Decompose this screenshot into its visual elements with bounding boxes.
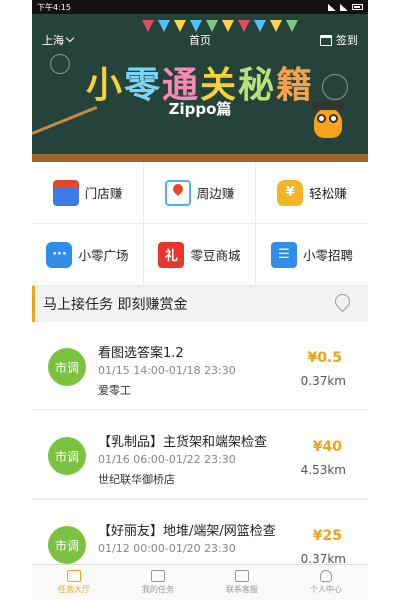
wifi-icon — [340, 3, 348, 11]
grid-item-label: 门店赚 — [84, 186, 123, 201]
task-place: 世纪联华御桥店 — [98, 473, 175, 486]
task-title: 看图选答案1.2 — [98, 346, 184, 361]
book-icon — [67, 570, 81, 582]
nav-label: 个人中心 — [310, 585, 342, 594]
task-item[interactable]: 市调 【乳制品】主货架和端架检查 01/16 06:00-01/22 23:30… — [32, 411, 368, 499]
signal-icon — [328, 3, 336, 11]
board-frame — [32, 154, 368, 162]
task-price: ¥40 — [312, 439, 342, 455]
grid-item-plaza[interactable]: ··· 小零广场 — [32, 224, 144, 286]
owl-mascot-icon — [310, 100, 346, 142]
status-time: 下午4:15 — [37, 2, 71, 12]
calendar-icon — [320, 34, 332, 46]
section-header: 马上接任务 即刻赚赏金 — [32, 286, 368, 322]
task-price: ¥25 — [312, 528, 342, 544]
grid-item-recruit[interactable]: ☰ 小零招聘 — [256, 224, 368, 286]
promo-banner[interactable]: 上海 首页 签到 小零通关秘籍 Zippo篇 — [32, 14, 368, 162]
nav-label: 联系客服 — [226, 585, 258, 594]
grid-item-store[interactable]: 门店赚 — [32, 162, 144, 224]
grid-item-nearby[interactable]: 周边赚 — [144, 162, 256, 224]
message-icon — [235, 570, 249, 582]
task-distance: 4.53km — [300, 463, 346, 477]
nav-support[interactable]: 联系客服 — [200, 565, 284, 600]
grid-item-easy[interactable]: ¥ 轻松赚 — [256, 162, 368, 224]
task-distance: 0.37km — [300, 374, 346, 388]
location-icon[interactable] — [334, 294, 350, 314]
task-item[interactable]: 市调 看图选答案1.2 01/15 14:00-01/18 23:30 爱零工 … — [32, 322, 368, 410]
category-grid: 门店赚 周边赚 ¥ 轻松赚 ··· 小零广场 礼 零豆商城 ☰ 小零招聘 — [32, 162, 368, 286]
nav-label: 任务大厅 — [58, 585, 90, 594]
grid-item-label: 小零招聘 — [302, 248, 353, 263]
task-badge: 市调 — [48, 526, 86, 564]
task-time: 01/12 00:00-01/20 23:30 — [98, 542, 236, 555]
nav-label: 我的任务 — [142, 585, 174, 594]
nav-task-hall[interactable]: 任务大厅 — [32, 565, 116, 600]
status-bar: 下午4:15 — [32, 0, 368, 14]
task-time: 01/15 14:00-01/18 23:30 — [98, 364, 236, 377]
battery-icon — [352, 4, 363, 10]
grid-item-label: 周边赚 — [196, 186, 235, 201]
nav-my-tasks[interactable]: 我的任务 — [116, 565, 200, 600]
gift-icon: 礼 — [158, 241, 185, 268]
status-icons — [328, 3, 363, 11]
grid-item-label: 小零广场 — [78, 248, 129, 263]
nav-profile[interactable]: 个人中心 — [284, 565, 368, 600]
task-list: 市调 看图选答案1.2 01/15 14:00-01/18 23:30 爱零工 … — [32, 322, 368, 589]
bottom-nav: 任务大厅 我的任务 联系客服 个人中心 — [32, 564, 368, 600]
grid-item-mall[interactable]: 礼 零豆商城 — [144, 224, 256, 286]
money-bag-icon: ¥ — [277, 179, 304, 206]
shop-icon — [52, 179, 79, 206]
task-badge: 市调 — [48, 437, 86, 475]
map-pin-icon — [164, 179, 191, 206]
person-icon — [320, 570, 332, 582]
task-title: 【好丽友】地堆/端架/网篮检查 — [98, 524, 276, 539]
list-icon — [151, 570, 165, 582]
grid-item-label: 轻松赚 — [309, 186, 347, 201]
signin-button[interactable]: 签到 — [320, 32, 358, 48]
task-place: 爱零工 — [98, 384, 131, 397]
chat-icon: ··· — [46, 241, 73, 268]
page-title: 首页 — [189, 34, 211, 47]
task-title: 【乳制品】主货架和端架检查 — [98, 435, 268, 450]
grid-item-label: 零豆商城 — [190, 248, 241, 263]
id-card-icon: ☰ — [270, 241, 297, 268]
app-screen: 下午4:15 上海 首页 签到 小零通关秘籍 Zippo篇 门店赚 周边赚 ¥ … — [32, 0, 368, 600]
signin-label: 签到 — [336, 34, 358, 47]
task-price: ¥0.5 — [307, 350, 342, 366]
task-badge: 市调 — [48, 348, 86, 386]
section-title: 马上接任务 即刻赚赏金 — [43, 297, 188, 313]
task-time: 01/16 06:00-01/22 23:30 — [98, 453, 236, 466]
